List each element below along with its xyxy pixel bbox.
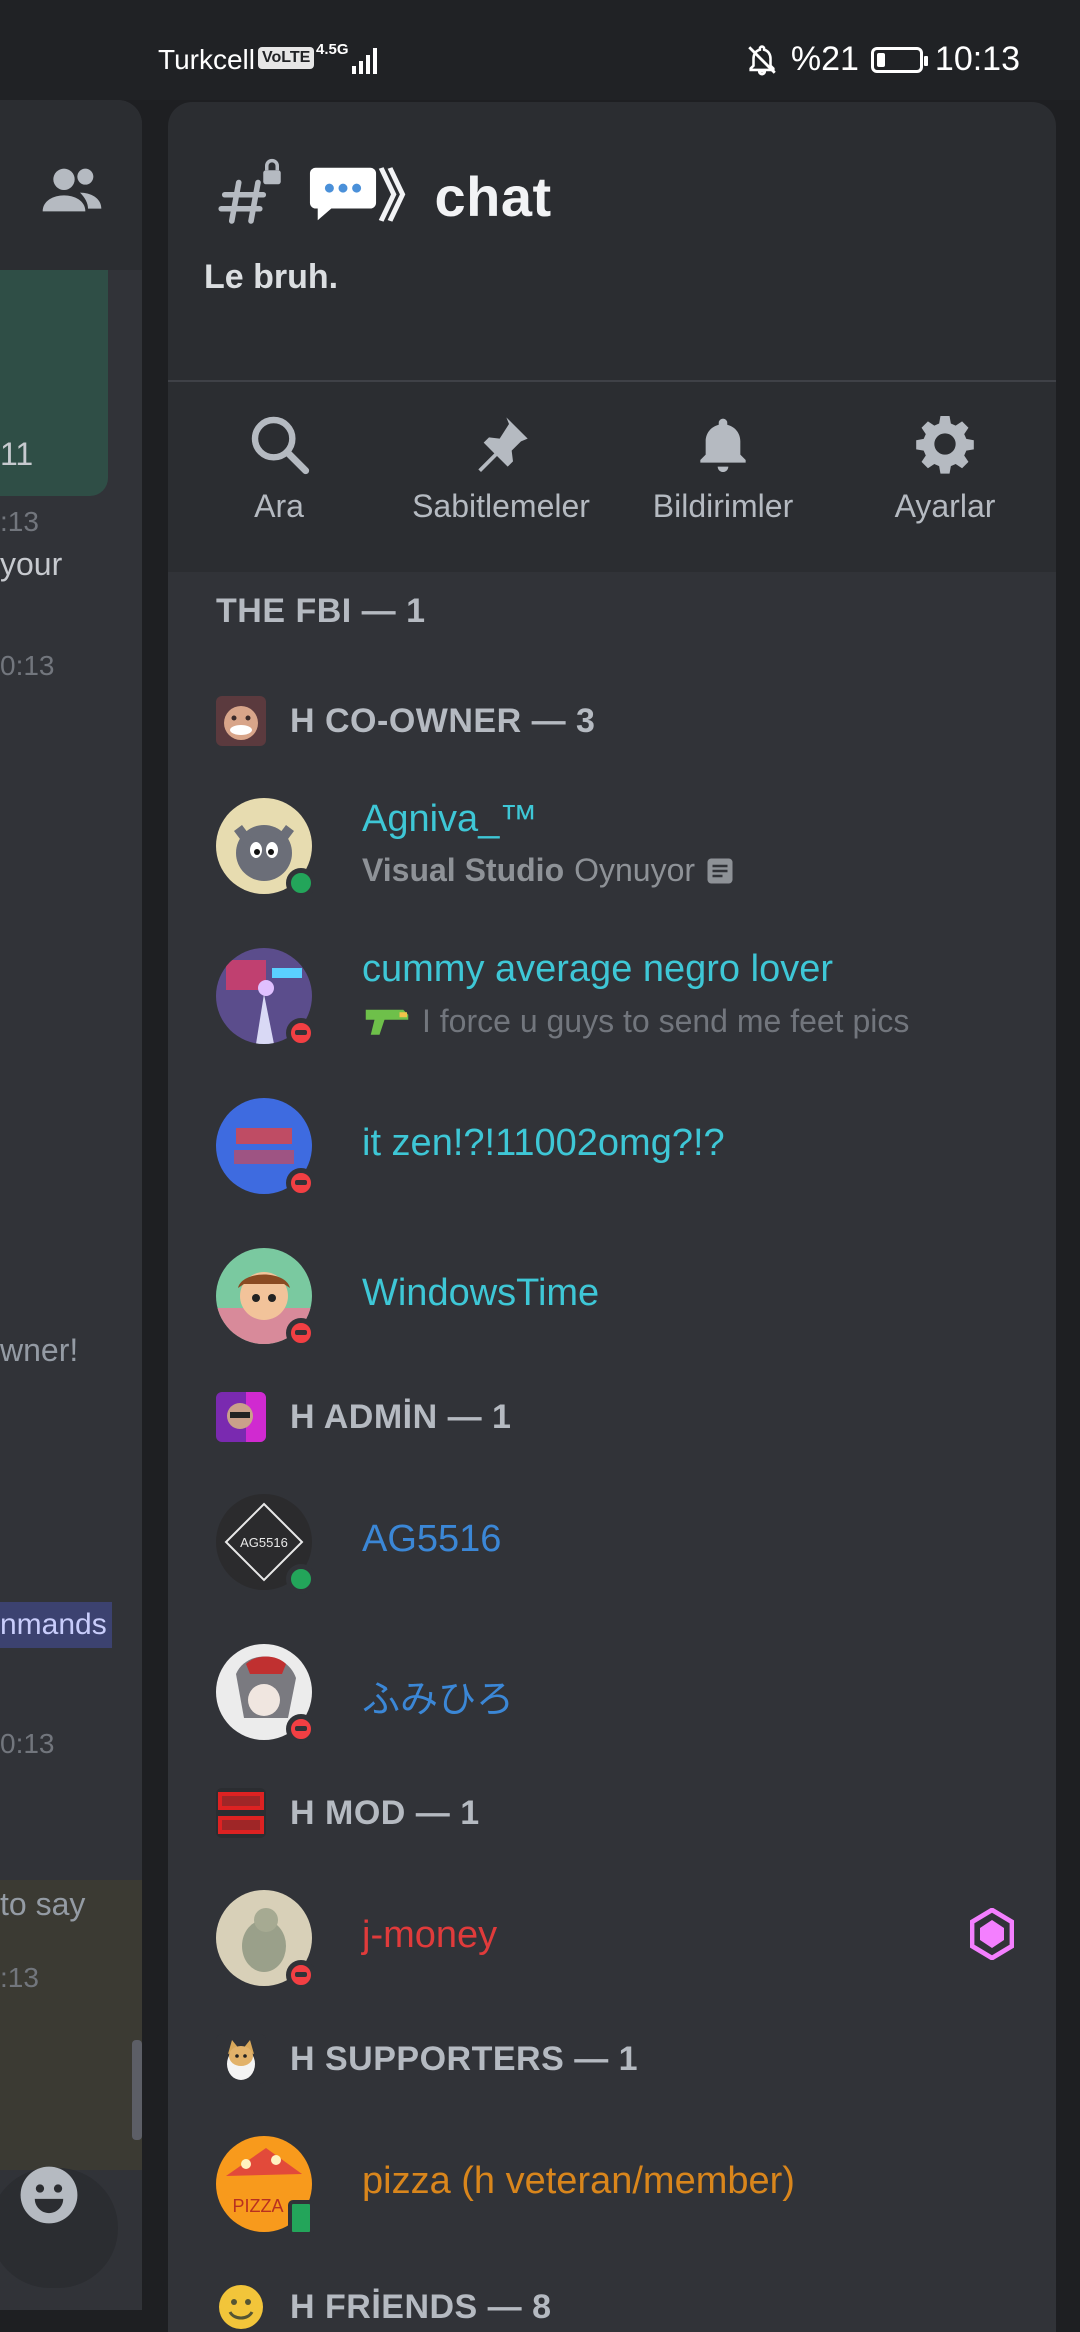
online-status-icon bbox=[286, 1564, 316, 1594]
member-row[interactable]: it zen!?!11002omg?!? bbox=[216, 1098, 1036, 1208]
role-header-supporters: H SUPPORTERS — 1 bbox=[216, 2034, 638, 2084]
search-button[interactable]: Ara bbox=[168, 382, 390, 572]
member-name: AG5516 bbox=[362, 1518, 502, 1560]
settings-label: Ayarlar bbox=[894, 488, 996, 524]
clock: 10:13 bbox=[934, 40, 1020, 78]
carrier-label: Turkcell bbox=[158, 44, 255, 75]
custom-status-text: I force u guys to send me feet pics bbox=[422, 1002, 910, 1039]
network-type: 4.5G bbox=[316, 41, 349, 58]
dnd-status-icon bbox=[286, 1318, 316, 1348]
channel-title: 》chat bbox=[216, 152, 552, 233]
smile-face-icon bbox=[219, 2285, 263, 2329]
timestamp-fragment: :13 bbox=[0, 506, 39, 537]
role-label: H ADMİN — 1 bbox=[290, 1397, 512, 1436]
avatar-label: PIZZA bbox=[232, 2196, 283, 2216]
channel-topic: Le bruh. bbox=[204, 258, 339, 296]
role-face-icon bbox=[216, 696, 266, 746]
role-header-friends: H FRİENDS — 8 bbox=[216, 2282, 552, 2332]
rich-presence-icon bbox=[707, 858, 733, 883]
gear-icon bbox=[916, 416, 974, 474]
battery-percent: %21 bbox=[790, 40, 859, 78]
activity-verb: Oynuyor bbox=[574, 852, 696, 888]
search-label: Ara bbox=[254, 488, 304, 524]
role-header-admin: H ADMİN — 1 bbox=[216, 1392, 511, 1442]
server-boost-icon bbox=[970, 1908, 1014, 1960]
role-label: H FRİENDS — 8 bbox=[290, 2287, 552, 2326]
emoji-icon[interactable] bbox=[18, 2164, 80, 2226]
mention-fragment[interactable]: nmands bbox=[0, 1602, 112, 1648]
timestamp-fragment: 0:13 bbox=[0, 1728, 55, 1759]
member-name: j-money bbox=[362, 1914, 498, 1956]
member-row[interactable]: WindowsTime bbox=[216, 1248, 1036, 1358]
signal-icon bbox=[352, 48, 377, 74]
speech-balloon-icon bbox=[309, 167, 377, 220]
dnd-status-icon bbox=[286, 1714, 316, 1744]
notifications-label: Bildirimler bbox=[652, 488, 794, 524]
member-name: WindowsTime bbox=[362, 1272, 600, 1314]
dead-chat-icon bbox=[216, 1788, 266, 1838]
bell-icon bbox=[700, 418, 746, 472]
notifications-button[interactable]: Bildirimler bbox=[612, 382, 834, 572]
water-pistol-icon bbox=[365, 1009, 409, 1035]
member-row[interactable]: ふみひろ bbox=[216, 1644, 1036, 1754]
battery-fill bbox=[876, 52, 885, 67]
activity-app: Visual Studio bbox=[362, 852, 565, 888]
bell-off-icon bbox=[748, 44, 776, 75]
custom-status: I force u guys to send me feet pics bbox=[362, 1002, 909, 1040]
battery-icon bbox=[870, 46, 928, 73]
pins-label: Sabitlemeler bbox=[412, 488, 590, 524]
channel-name: 》chat bbox=[378, 165, 552, 228]
chat-fragment: wner! bbox=[0, 1332, 79, 1368]
member-name: it zen!?!11002omg?!? bbox=[362, 1122, 725, 1164]
role-label: THE FBI — 1 bbox=[216, 592, 426, 630]
channel-actions: Ara Sabitlemeler Bildirimler Ayarlar bbox=[168, 382, 1056, 572]
chat-fragment: 11 bbox=[0, 436, 34, 472]
member-name: ふみひろ bbox=[362, 1679, 515, 1721]
locked-channel-icon bbox=[218, 158, 281, 224]
mobile-status-icon bbox=[288, 2200, 314, 2236]
pins-button[interactable]: Sabitlemeler bbox=[390, 382, 612, 572]
search-icon bbox=[251, 416, 310, 475]
member-row[interactable]: Agniva_™ Visual Studio Oynuyor bbox=[216, 798, 1036, 908]
settings-button[interactable]: Ayarlar bbox=[834, 382, 1056, 572]
highlighted-message bbox=[0, 1880, 142, 2170]
role-header-coowner: H CO-OWNER — 3 bbox=[216, 696, 595, 746]
chat-fragment: to say bbox=[0, 1886, 86, 1922]
channel-details-panel: 》chat Le bruh. Ara Sabitlemeler Bildirim… bbox=[168, 102, 1056, 2332]
member-row[interactable]: cummy average negro lover I force u guys… bbox=[216, 948, 1036, 1058]
role-label: H SUPPORTERS — 1 bbox=[290, 2039, 639, 2078]
role-header-fbi: THE FBI — 1 bbox=[216, 592, 426, 631]
doge-icon bbox=[216, 2034, 266, 2084]
member-list[interactable]: THE FBI — 1 H CO-OWNER — 3 Agniva_™ Visu… bbox=[168, 572, 1056, 2332]
member-row[interactable]: AG5516 AG5516 bbox=[216, 1494, 1036, 1604]
status-bar: Turkcell VoLTE 4.5G %21 10:13 bbox=[0, 0, 1080, 100]
pin-icon bbox=[478, 417, 528, 472]
members-icon[interactable] bbox=[40, 158, 104, 222]
dnd-status-icon bbox=[286, 1018, 316, 1048]
scrollbar[interactable] bbox=[132, 2040, 142, 2140]
dnd-status-icon bbox=[286, 1168, 316, 1198]
member-name: cummy average negro lover bbox=[362, 948, 833, 990]
role-label: H CO-OWNER — 3 bbox=[290, 701, 596, 740]
volte-badge: VoLTE bbox=[258, 47, 315, 69]
role-label: H MOD — 1 bbox=[290, 1793, 480, 1832]
online-status-icon bbox=[286, 868, 316, 898]
member-name: pizza (h veteran/member) bbox=[362, 2160, 795, 2202]
chat-background-panel[interactable]: 11 :13 your 0:13 wner! nmands 0:13 to sa… bbox=[0, 100, 142, 2310]
chat-fragment: your bbox=[0, 546, 63, 582]
status-right: %21 10:13 bbox=[745, 40, 1020, 79]
role-face-icon bbox=[216, 1392, 266, 1442]
member-row[interactable]: j-money bbox=[216, 1890, 1036, 2000]
member-row[interactable]: PIZZA pizza (h veteran/member) bbox=[216, 2136, 1036, 2246]
member-name: Agniva_™ bbox=[362, 798, 538, 840]
timestamp-fragment: :13 bbox=[0, 1962, 39, 1993]
dnd-status-icon bbox=[286, 1960, 316, 1990]
role-header-mod: H MOD — 1 bbox=[216, 1788, 480, 1838]
avatar-label: AG5516 bbox=[240, 1535, 288, 1550]
chat-header bbox=[0, 100, 142, 270]
member-activity: Visual Studio Oynuyor bbox=[362, 852, 735, 889]
timestamp-fragment: 0:13 bbox=[0, 650, 55, 681]
